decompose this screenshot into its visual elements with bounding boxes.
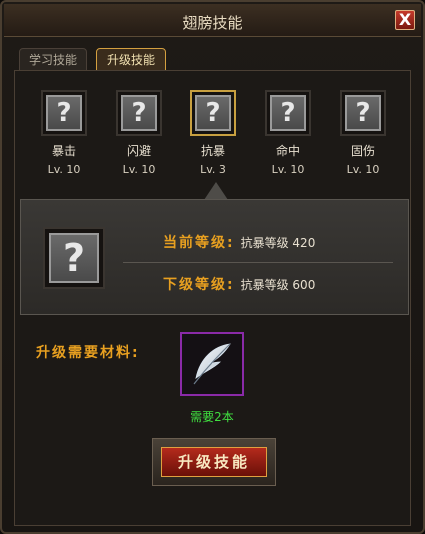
- window-title: 翅膀技能: [182, 14, 243, 32]
- skill-icon-frame: ?: [116, 90, 162, 136]
- current-level-label: 当前等级:: [163, 235, 235, 251]
- skill-level: Lv. 10: [271, 163, 305, 176]
- close-button[interactable]: X: [395, 10, 415, 30]
- title-bar[interactable]: 翅膀技能 X: [4, 4, 421, 37]
- skill-name: 暴击: [51, 144, 76, 158]
- skill-level: Lv. 10: [346, 163, 380, 176]
- skill-window: 翅膀技能 X 学习技能 升级技能 ? 暴击 Lv. 10 ? 闪避 Lv. 10…: [0, 0, 425, 534]
- upgrade-button-frame: 升级技能: [152, 438, 276, 486]
- next-level-row: 下级等级: 抗暴等级 600: [163, 274, 315, 294]
- material-count: 需要2本: [190, 410, 234, 424]
- skill-slot-crit[interactable]: ? 暴击 Lv. 10: [38, 90, 90, 176]
- unknown-question-icon: ?: [195, 95, 231, 131]
- tab-learn-skill[interactable]: 学习技能: [19, 48, 87, 72]
- upgrade-skill-button[interactable]: 升级技能: [161, 447, 267, 477]
- unknown-question-icon: ?: [46, 95, 82, 131]
- tab-upgrade-skill[interactable]: 升级技能: [96, 48, 166, 72]
- materials-label: 升级需要材料:: [36, 345, 140, 361]
- next-level-label: 下级等级:: [163, 277, 235, 293]
- material-item-slot[interactable]: [180, 332, 244, 396]
- detail-divider: [123, 262, 393, 263]
- selection-pointer: [204, 182, 228, 200]
- skill-icon-frame-selected: ?: [190, 90, 236, 136]
- skill-slot-fixed-damage[interactable]: ? 固伤 Lv. 10: [337, 90, 389, 176]
- feather-icon: [193, 343, 231, 385]
- current-level-value: 抗暴等级 420: [240, 236, 316, 250]
- unknown-question-icon: ?: [270, 95, 306, 131]
- unknown-question-icon: ?: [121, 95, 157, 131]
- skill-level: Lv. 10: [47, 163, 81, 176]
- unknown-question-icon: ?: [49, 233, 99, 283]
- skill-detail-panel: ? 当前等级: 抗暴等级 420 下级等级: 抗暴等级 600: [20, 199, 409, 315]
- skill-name: 抗暴: [200, 144, 225, 158]
- skill-slot-dodge[interactable]: ? 闪避 Lv. 10: [113, 90, 165, 176]
- skill-name: 闪避: [126, 144, 151, 158]
- selected-skill-icon-frame: ?: [43, 227, 105, 289]
- skill-name: 命中: [275, 144, 300, 158]
- skill-level: Lv. 10: [122, 163, 156, 176]
- current-level-row: 当前等级: 抗暴等级 420: [163, 232, 315, 252]
- skill-level: Lv. 3: [200, 163, 226, 176]
- skill-icon-frame: ?: [340, 90, 386, 136]
- skill-slot-hit[interactable]: ? 命中 Lv. 10: [262, 90, 314, 176]
- next-level-value: 抗暴等级 600: [240, 278, 316, 292]
- unknown-question-icon: ?: [345, 95, 381, 131]
- skill-icon-frame: ?: [265, 90, 311, 136]
- skill-name: 固伤: [350, 144, 375, 158]
- skill-icon-frame: ?: [41, 90, 87, 136]
- skill-slot-crit-resist[interactable]: ? 抗暴 Lv. 3: [187, 90, 239, 176]
